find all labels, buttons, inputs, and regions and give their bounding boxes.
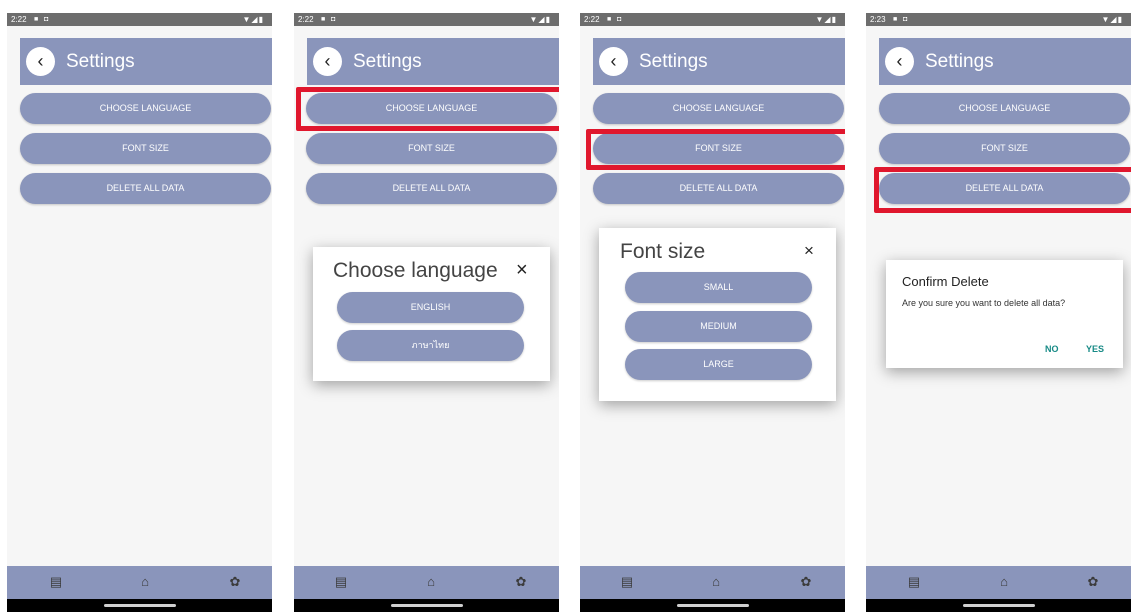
settings-header: ‹ Settings	[593, 38, 845, 85]
choose-language-button[interactable]: CHOOSE LANGUAGE	[879, 93, 1130, 124]
bottom-navigation: ▤ ⌂ ✿	[580, 566, 845, 599]
back-button[interactable]: ‹	[885, 47, 914, 76]
status-time: 2:22	[298, 15, 314, 24]
status-time: 2:22	[11, 15, 27, 24]
delete-all-data-button[interactable]: DELETE ALL DATA	[306, 173, 557, 204]
home-handle[interactable]	[391, 604, 463, 607]
phone-screen-1: 2:22 ■ ◘ ▼◢▮ ‹ Settings CHOOSE LANGUAGE …	[7, 13, 272, 612]
settings-icon[interactable]: ✿	[1084, 573, 1102, 591]
highlight-box	[586, 129, 845, 170]
notification-icons: ■ ◘	[321, 16, 338, 23]
settings-icon[interactable]: ✿	[797, 573, 815, 591]
status-bar: 2:22 ■ ◘ ▼◢▮	[7, 13, 272, 26]
system-nav-bar	[294, 599, 559, 612]
choose-language-button[interactable]: CHOOSE LANGUAGE	[593, 93, 844, 124]
notification-icons: ■ ◘	[34, 16, 51, 23]
status-bar: 2:22 ■ ◘ ▼◢▮	[580, 13, 845, 26]
font-size-button[interactable]: FONT SIZE	[20, 133, 271, 164]
home-icon[interactable]: ⌂	[422, 573, 440, 591]
chevron-left-icon: ‹	[610, 51, 617, 71]
system-nav-bar	[580, 599, 845, 612]
page-title: Settings	[66, 51, 135, 72]
no-button[interactable]: NO	[1045, 344, 1059, 354]
page-title: Settings	[925, 51, 994, 72]
status-bar: 2:23 ■ ◘ ▼◢▮	[866, 13, 1131, 26]
font-size-dialog: Font size × SMALL MEDIUM LARGE	[599, 228, 836, 401]
settings-header: ‹ Settings	[879, 38, 1131, 85]
close-icon[interactable]: ×	[516, 259, 528, 282]
settings-icon[interactable]: ✿	[226, 573, 244, 591]
notification-icons: ■ ◘	[893, 16, 910, 23]
settings-icon[interactable]: ✿	[512, 573, 530, 591]
font-size-button[interactable]: FONT SIZE	[879, 133, 1130, 164]
list-icon[interactable]: ▤	[47, 573, 65, 591]
status-time: 2:22	[584, 15, 600, 24]
option-large-button[interactable]: LARGE	[625, 349, 812, 380]
confirm-delete-dialog: Confirm Delete Are you sure you want to …	[886, 260, 1123, 368]
home-handle[interactable]	[677, 604, 749, 607]
home-handle[interactable]	[963, 604, 1035, 607]
option-medium-button[interactable]: MEDIUM	[625, 311, 812, 342]
notification-icons: ■ ◘	[607, 16, 624, 23]
dialog-title: Font size	[620, 240, 706, 263]
highlight-box	[296, 87, 559, 131]
back-button[interactable]: ‹	[313, 47, 342, 76]
settings-header: ‹ Settings	[307, 38, 559, 85]
back-button[interactable]: ‹	[26, 47, 55, 76]
signal-battery-icons: ▼◢▮	[529, 15, 551, 24]
close-icon[interactable]: ×	[804, 241, 814, 261]
phone-screen-4: 2:23 ■ ◘ ▼◢▮ ‹ Settings CHOOSE LANGUAGE …	[866, 13, 1131, 612]
yes-button[interactable]: YES	[1086, 344, 1104, 354]
phone-screen-2: 2:22 ■ ◘ ▼◢▮ ‹ Settings CHOOSE LANGUAGE …	[294, 13, 559, 612]
settings-header: ‹ Settings	[20, 38, 272, 85]
signal-battery-icons: ▼◢▮	[815, 15, 837, 24]
chevron-left-icon: ‹	[37, 51, 44, 71]
dialog-title: Confirm Delete	[902, 274, 989, 289]
dialog-message: Are you sure you want to delete all data…	[902, 298, 1066, 308]
delete-all-data-button[interactable]: DELETE ALL DATA	[593, 173, 844, 204]
chevron-left-icon: ‹	[324, 51, 331, 71]
list-icon[interactable]: ▤	[618, 573, 636, 591]
font-size-button[interactable]: FONT SIZE	[306, 133, 557, 164]
signal-battery-icons: ▼◢▮	[1101, 15, 1123, 24]
system-nav-bar	[7, 599, 272, 612]
phone-screen-3: 2:22 ■ ◘ ▼◢▮ ‹ Settings CHOOSE LANGUAGE …	[580, 13, 845, 612]
delete-all-data-button[interactable]: DELETE ALL DATA	[20, 173, 271, 204]
page-title: Settings	[639, 51, 708, 72]
option-thai-button[interactable]: ภาษาไทย	[337, 330, 524, 361]
bottom-navigation: ▤ ⌂ ✿	[866, 566, 1131, 599]
option-small-button[interactable]: SMALL	[625, 272, 812, 303]
bottom-navigation: ▤ ⌂ ✿	[7, 566, 272, 599]
option-english-button[interactable]: ENGLISH	[337, 292, 524, 323]
home-handle[interactable]	[104, 604, 176, 607]
highlight-box	[874, 167, 1131, 213]
choose-language-button[interactable]: CHOOSE LANGUAGE	[20, 93, 271, 124]
signal-battery-icons: ▼◢▮	[242, 15, 264, 24]
list-icon[interactable]: ▤	[905, 573, 923, 591]
choose-language-dialog: Choose language × ENGLISH ภาษาไทย	[313, 247, 550, 381]
home-icon[interactable]: ⌂	[136, 573, 154, 591]
home-icon[interactable]: ⌂	[995, 573, 1013, 591]
status-bar: 2:22 ■ ◘ ▼◢▮	[294, 13, 559, 26]
status-time: 2:23	[870, 15, 886, 24]
page-title: Settings	[353, 51, 422, 72]
system-nav-bar	[866, 599, 1131, 612]
chevron-left-icon: ‹	[896, 51, 903, 71]
list-icon[interactable]: ▤	[332, 573, 350, 591]
home-icon[interactable]: ⌂	[707, 573, 725, 591]
back-button[interactable]: ‹	[599, 47, 628, 76]
dialog-title: Choose language	[333, 259, 498, 282]
bottom-navigation: ▤ ⌂ ✿	[294, 566, 559, 599]
